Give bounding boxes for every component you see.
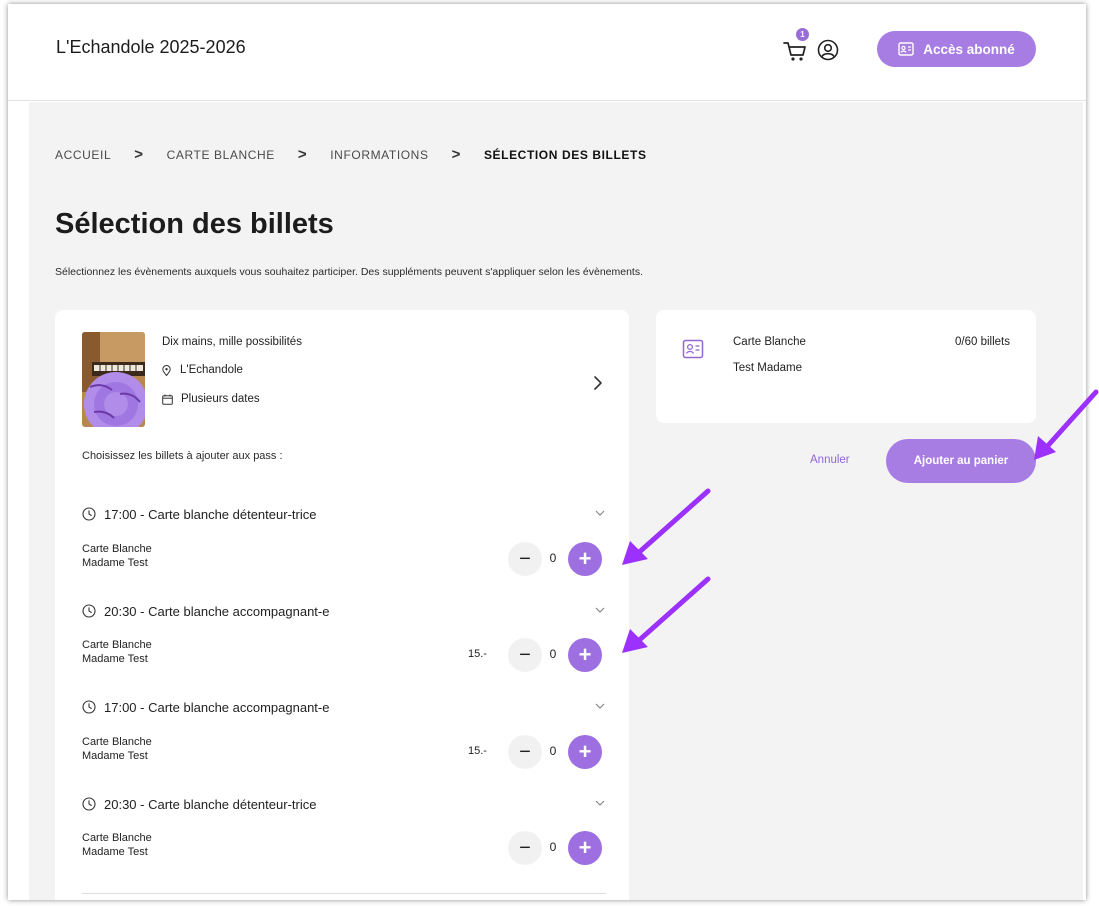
ticket-holder-name: Madame Test	[82, 750, 148, 762]
breadcrumb-separator: >	[134, 146, 144, 163]
increase-button[interactable]: +	[568, 638, 602, 672]
site-header: L'Echandole 2025-2026 1 Accès abonné	[8, 4, 1086, 101]
clock-icon	[82, 604, 96, 618]
plus-icon: +	[578, 546, 592, 571]
page-title: Sélection des billets	[55, 208, 334, 240]
ticket-pass-name: Carte Blanche	[82, 543, 152, 555]
increase-button[interactable]: +	[568, 735, 602, 769]
minus-icon: −	[519, 643, 531, 666]
id-card-icon	[898, 42, 914, 56]
chevron-down-icon[interactable]	[594, 507, 606, 519]
calendar-icon	[162, 394, 173, 405]
breadcrumb-informations[interactable]: INFORMATIONS	[330, 148, 428, 162]
increase-button[interactable]: +	[568, 831, 602, 865]
clock-icon	[82, 797, 96, 811]
divider	[82, 893, 606, 894]
id-card-icon	[682, 339, 704, 359]
ticket-row: Carte Blanche Madame Test − 0 +	[82, 540, 606, 578]
pass-ticket-count: 0/60 billets	[955, 336, 1010, 348]
breadcrumb-separator: >	[297, 146, 308, 163]
ticket-quantity: 0	[549, 647, 557, 661]
plus-icon: +	[578, 835, 592, 860]
annotation-arrow-plus-second	[622, 576, 711, 653]
browser-frame: L'Echandole 2025-2026 1 Accès abonné ACC…	[8, 4, 1086, 900]
breadcrumb-current: SÉLECTION DES BILLETS	[483, 147, 647, 162]
ticket-group-header[interactable]: 17:00 - Carte blanche détenteur-trice	[82, 504, 606, 524]
event-thumbnail[interactable]	[82, 332, 145, 427]
subscriber-access-button[interactable]: Accès abonné	[877, 31, 1036, 67]
ticket-name: Carte Blanche Madame Test	[82, 831, 152, 859]
ticket-quantity: 0	[549, 840, 557, 854]
ticket-group-header[interactable]: 20:30 - Carte blanche détenteur-trice	[82, 794, 606, 814]
add-to-cart-button[interactable]: Ajouter au panier	[886, 439, 1036, 483]
chevron-down-icon[interactable]	[594, 604, 606, 616]
decrease-button[interactable]: −	[508, 735, 542, 769]
ticket-group-title: 17:00 - Carte blanche accompagnant-e	[104, 699, 330, 715]
choose-tickets-label: Choisissez les billets à ajouter aux pas…	[82, 450, 283, 462]
minus-icon: −	[519, 547, 531, 570]
increase-button[interactable]: +	[568, 542, 602, 576]
ticket-group-header[interactable]: 20:30 - Carte blanche accompagnant-e	[82, 601, 606, 621]
ticket-pass-name: Carte Blanche	[82, 736, 152, 748]
ticket-price: 15.-	[468, 648, 487, 660]
cart-icon[interactable]	[782, 38, 808, 64]
subscriber-access-label: Accès abonné	[923, 41, 1015, 57]
ticket-row: Carte Blanche Madame Test 15.- − 0 +	[82, 636, 606, 674]
decrease-button[interactable]: −	[508, 831, 542, 865]
ticket-holder-name: Madame Test	[82, 653, 148, 665]
ticket-price: 15.-	[468, 745, 487, 757]
clock-icon	[82, 700, 96, 714]
plus-icon: +	[578, 739, 592, 764]
pass-card: Carte Blanche Test Madame 0/60 billets	[656, 310, 1036, 423]
pass-name: Carte Blanche	[733, 336, 806, 348]
event-ticket-card: Dix mains, mille possibilités L'Echandol…	[55, 310, 629, 900]
decrease-button[interactable]: −	[508, 638, 542, 672]
ticket-holder-name: Madame Test	[82, 557, 148, 569]
ticket-group-title: 20:30 - Carte blanche accompagnant-e	[104, 603, 330, 619]
ticket-pass-name: Carte Blanche	[82, 832, 152, 844]
ticket-group-title: 17:00 - Carte blanche détenteur-trice	[104, 506, 317, 522]
cart-badge: 1	[796, 28, 809, 41]
event-venue-label: L'Echandole	[180, 364, 243, 376]
location-pin-icon	[162, 364, 171, 376]
event-dates: Plusieurs dates	[162, 393, 260, 405]
breadcrumb-carte-blanche[interactable]: CARTE BLANCHE	[167, 148, 275, 162]
ticket-row: Carte Blanche Madame Test − 0 +	[82, 829, 606, 867]
ticket-group-header[interactable]: 17:00 - Carte blanche accompagnant-e	[82, 697, 606, 717]
chevron-down-icon[interactable]	[594, 797, 606, 809]
breadcrumb: ACCUEIL > CARTE BLANCHE > INFORMATIONS >…	[55, 146, 647, 163]
ticket-row: Carte Blanche Madame Test 15.- − 0 +	[82, 733, 606, 771]
chevron-down-icon[interactable]	[594, 700, 606, 712]
ticket-holder-name: Madame Test	[82, 846, 148, 858]
minus-icon: −	[519, 740, 531, 763]
plus-icon: +	[578, 642, 592, 667]
breadcrumb-separator: >	[451, 146, 461, 163]
event-name[interactable]: Dix mains, mille possibilités	[162, 336, 302, 348]
ticket-group-title: 20:30 - Carte blanche détenteur-trice	[104, 796, 317, 812]
decrease-button[interactable]: −	[508, 542, 542, 576]
clock-icon	[82, 507, 96, 521]
main-content: ACCUEIL > CARTE BLANCHE > INFORMATIONS >…	[29, 102, 1083, 900]
annotation-arrow-add-to-cart	[1034, 389, 1099, 460]
ticket-quantity: 0	[549, 744, 557, 758]
event-dates-label: Plusieurs dates	[181, 393, 260, 405]
ticket-pass-name: Carte Blanche	[82, 639, 152, 651]
pass-holder: Test Madame	[733, 362, 803, 374]
page-description: Sélectionnez les évènements auxquels vou…	[55, 266, 644, 278]
site-title[interactable]: L'Echandole 2025-2026	[56, 37, 246, 58]
ticket-name: Carte Blanche Madame Test	[82, 735, 152, 763]
ticket-quantity: 0	[549, 551, 557, 565]
event-venue: L'Echandole	[162, 364, 243, 376]
minus-icon: −	[519, 836, 531, 859]
user-icon[interactable]	[817, 39, 839, 61]
cancel-button[interactable]: Annuler	[810, 454, 850, 466]
breadcrumb-home[interactable]: ACCUEIL	[55, 148, 111, 162]
chevron-right-icon[interactable]	[591, 374, 605, 392]
ticket-name: Carte Blanche Madame Test	[82, 638, 152, 666]
annotation-arrow-plus-first	[622, 488, 711, 565]
ticket-name: Carte Blanche Madame Test	[82, 542, 152, 570]
